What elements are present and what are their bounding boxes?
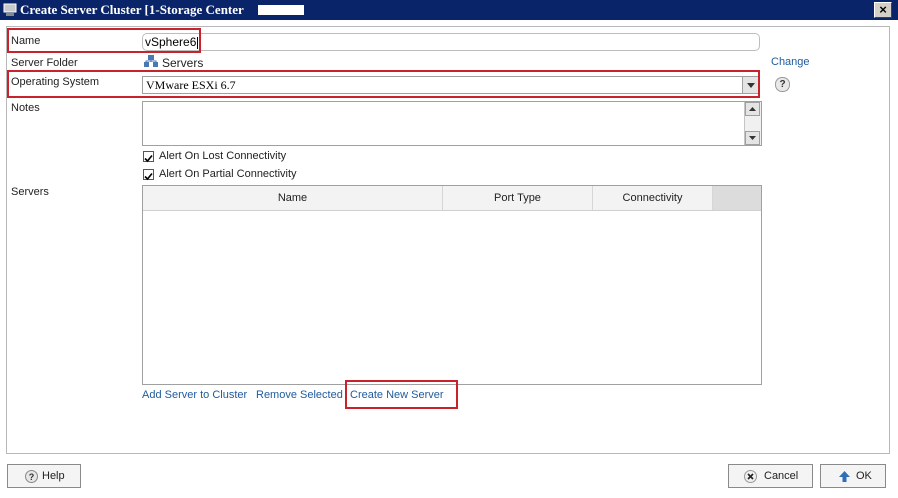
highlight-box-create-new-server xyxy=(345,380,458,409)
notes-scrollbar[interactable] xyxy=(744,102,761,145)
column-header-name[interactable]: Name xyxy=(143,186,443,210)
help-icon: ? xyxy=(25,470,38,483)
notes-label: Notes xyxy=(11,102,40,114)
cancel-button-label: Cancel xyxy=(764,470,799,482)
alert-lost-checkbox[interactable] xyxy=(143,151,154,163)
alert-partial-label: Alert On Partial Connectivity xyxy=(159,168,297,180)
window-title-bar[interactable]: Create Server Cluster [1-Storage Center … xyxy=(0,0,898,20)
notes-textarea[interactable] xyxy=(142,101,762,146)
server-folder-value: Servers xyxy=(162,56,204,70)
checkmark-icon xyxy=(144,154,153,163)
change-folder-link[interactable]: Change xyxy=(771,56,810,68)
remove-selected-link[interactable]: Remove Selected xyxy=(256,389,343,401)
help-button[interactable]: ? Help xyxy=(7,464,81,488)
app-icon xyxy=(3,3,17,16)
help-icon[interactable]: ? xyxy=(775,77,790,92)
alert-lost-label: Alert On Lost Connectivity xyxy=(159,150,287,162)
servers-label: Servers xyxy=(11,186,49,198)
add-server-to-cluster-link[interactable]: Add Server to Cluster xyxy=(142,389,247,401)
column-header-connectivity[interactable]: Connectivity xyxy=(593,186,713,210)
scroll-down-icon[interactable] xyxy=(745,131,760,145)
cancel-button[interactable]: Cancel xyxy=(728,464,813,488)
ok-button-label: OK xyxy=(856,470,872,482)
ok-button[interactable]: OK xyxy=(820,464,886,488)
scroll-up-icon[interactable] xyxy=(745,102,760,116)
help-button-label: Help xyxy=(42,470,65,482)
column-header-port-type[interactable]: Port Type xyxy=(443,186,593,210)
ok-arrow-icon xyxy=(839,471,850,482)
column-header-filler xyxy=(713,186,761,210)
servers-table-header: Name Port Type Connectivity xyxy=(143,186,761,211)
svg-text:?: ? xyxy=(29,472,35,482)
window-title: Create Server Cluster [1-Storage Center xyxy=(20,2,244,17)
redacted-text xyxy=(258,5,304,15)
highlight-box-name xyxy=(7,28,201,53)
checkmark-icon xyxy=(144,172,153,181)
alert-partial-checkbox[interactable] xyxy=(143,169,154,181)
highlight-box-operating-system xyxy=(7,70,760,98)
cancel-x-icon xyxy=(744,470,757,483)
servers-table[interactable]: Name Port Type Connectivity xyxy=(142,185,762,385)
server-folder-label: Server Folder xyxy=(11,57,78,69)
close-button[interactable]: × xyxy=(874,2,892,18)
name-input[interactable]: vSphere6 xyxy=(142,33,760,51)
server-folder-icon xyxy=(144,55,158,67)
